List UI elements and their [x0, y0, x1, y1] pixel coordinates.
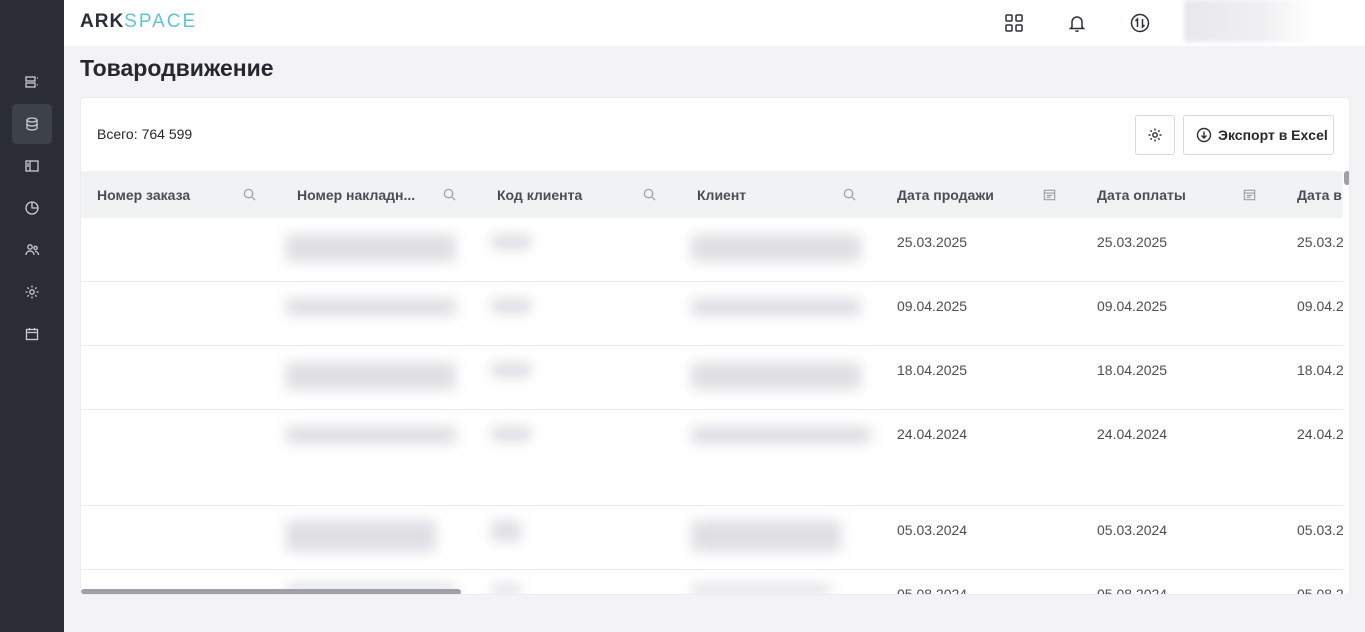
redacted-client-code [491, 426, 531, 442]
redacted-client-code [491, 234, 531, 250]
redacted-invoice [286, 520, 436, 552]
calendar-icon [25, 328, 39, 341]
table-settings-button[interactable] [1135, 115, 1175, 155]
total-count: Всего: 764 599 [97, 126, 193, 142]
list-icon [25, 76, 38, 88]
apps-grid-icon[interactable] [1002, 11, 1026, 35]
payment-date: 18.04.2025 [1097, 362, 1168, 378]
payment-date: 05.03.2024 [1097, 522, 1168, 538]
table-row[interactable]: 25.03.2025 25.03.2025 25.03.2 [81, 218, 1343, 282]
table-header: Номер заказа Номер накладн... Код клиент… [81, 171, 1343, 218]
page-title: Товародвижение [80, 55, 274, 81]
user-profile[interactable] [1184, 0, 1314, 42]
search-icon[interactable] [642, 187, 657, 202]
app-logo[interactable]: ARKSPACE [80, 11, 197, 33]
sidebar-item-list[interactable] [12, 62, 52, 102]
redacted-invoice [286, 234, 456, 262]
column-other-date[interactable]: Дата в [1281, 171, 1343, 218]
other-date: 25.03.2 [1297, 234, 1343, 250]
other-date: 18.04.2 [1297, 362, 1343, 378]
sale-date: 24.04.2024 [897, 426, 968, 442]
vertical-scroll-thumb[interactable] [1344, 171, 1349, 185]
gear-icon [25, 285, 39, 299]
sidebar-item-settings[interactable] [12, 272, 52, 312]
redacted-client [691, 234, 861, 262]
redacted-client [691, 520, 841, 552]
redacted-client-code [491, 298, 531, 314]
sale-date: 25.03.2025 [897, 234, 968, 250]
database-icon [26, 117, 38, 131]
column-sale-date[interactable]: Дата продажи [881, 171, 1081, 218]
sale-date: 05.03.2024 [897, 522, 968, 538]
column-client-code[interactable]: Код клиента [481, 171, 681, 218]
table-row[interactable]: 09.04.2025 09.04.2025 09.04.2 [81, 282, 1343, 346]
table-row[interactable]: 05.03.2024 05.03.2024 05.03.2 [81, 506, 1343, 570]
redacted-invoice [286, 362, 456, 390]
horizontal-scroll-thumb[interactable] [81, 589, 461, 594]
sidebar-item-chart[interactable] [12, 188, 52, 228]
other-date: 05.03.2 [1297, 522, 1343, 538]
other-date: 09.04.2 [1297, 298, 1343, 314]
redacted-invoice [286, 426, 456, 444]
pie-chart-icon [25, 201, 39, 215]
sidebar [0, 0, 64, 632]
sale-date: 09.04.2025 [897, 298, 968, 314]
column-payment-date[interactable]: Дата оплаты [1081, 171, 1281, 218]
table-card: Всего: 764 599 Экспорт в Excel Номер зака… [80, 97, 1350, 595]
users-icon [25, 244, 40, 256]
top-bar: ARKSPACE [64, 0, 1365, 46]
sidebar-item-calendar[interactable] [12, 314, 52, 354]
sale-date: 18.04.2025 [897, 362, 968, 378]
column-invoice-number[interactable]: Номер накладн... [281, 171, 481, 218]
redacted-invoice [286, 298, 456, 316]
payment-date: 09.04.2025 [1097, 298, 1168, 314]
search-icon[interactable] [242, 187, 257, 202]
export-excel-button[interactable]: Экспорт в Excel [1183, 115, 1334, 155]
bell-icon[interactable] [1065, 11, 1089, 35]
download-icon [1196, 127, 1212, 143]
payment-date: 25.03.2025 [1097, 234, 1168, 250]
exchange-icon[interactable] [1128, 11, 1152, 35]
vertical-scrollbar[interactable] [1343, 171, 1349, 594]
column-order-number[interactable]: Номер заказа [81, 171, 281, 218]
column-client[interactable]: Клиент [681, 171, 881, 218]
redacted-client [691, 362, 861, 390]
sidebar-item-database[interactable] [12, 104, 52, 144]
other-date: 24.04.2 [1297, 426, 1343, 442]
calendar-icon[interactable] [1042, 187, 1057, 202]
redacted-client [691, 426, 871, 444]
table-row[interactable]: 18.04.2025 18.04.2025 18.04.2 [81, 346, 1343, 410]
search-icon[interactable] [842, 187, 857, 202]
redacted-client-code [491, 520, 521, 542]
sidebar-item-layout[interactable] [12, 146, 52, 186]
horizontal-scrollbar[interactable] [81, 588, 1343, 594]
layout-icon [25, 160, 39, 172]
sidebar-item-users[interactable] [12, 230, 52, 270]
payment-date: 24.04.2024 [1097, 426, 1168, 442]
table-row[interactable]: 24.04.2024 24.04.2024 24.04.2 [81, 410, 1343, 506]
calendar-icon[interactable] [1242, 187, 1257, 202]
search-icon[interactable] [442, 187, 457, 202]
gear-icon [1148, 128, 1162, 142]
redacted-client [691, 298, 861, 316]
redacted-client-code [491, 362, 531, 378]
